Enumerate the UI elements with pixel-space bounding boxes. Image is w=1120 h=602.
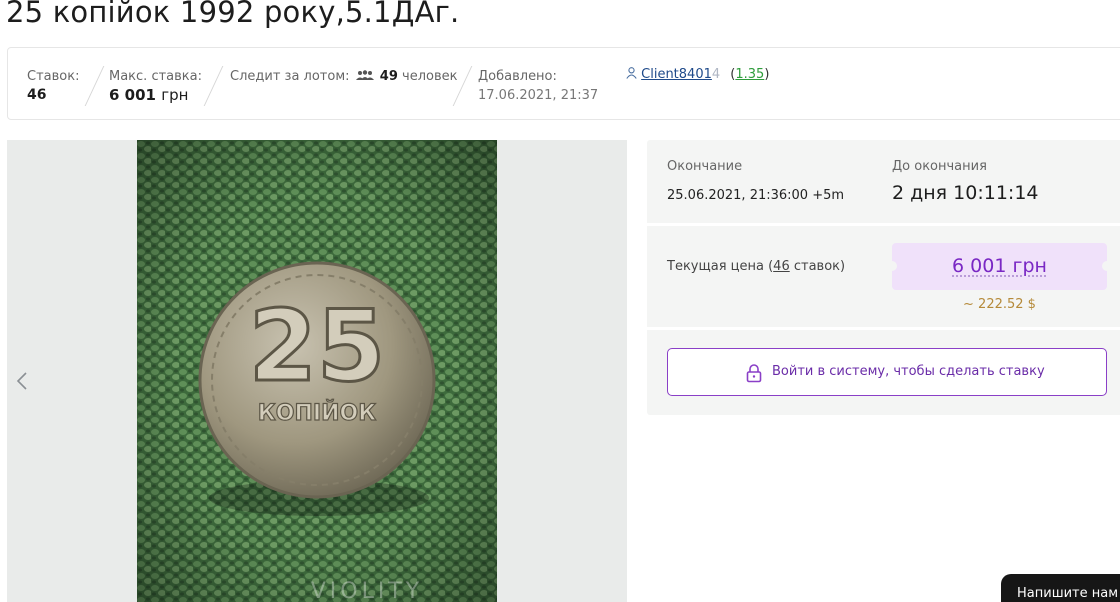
- coin-value: 25: [249, 290, 385, 404]
- coin-image: 25 КОПІЙОК VIOLITY: [137, 140, 497, 602]
- lot-title: 25 копійок 1992 року,5.1ДАг.: [6, 0, 460, 29]
- max-bid-label: Макс. ставка:: [109, 69, 202, 84]
- chat-widget-button[interactable]: Напишите нам: [1001, 574, 1120, 602]
- lot-photo[interactable]: 25 КОПІЙОК VIOLITY: [137, 140, 497, 602]
- end-value: 25.06.2021, 21:36:00 +5m: [667, 188, 845, 203]
- current-price-suffix: ставок): [789, 259, 846, 274]
- max-bid-value: 6 001: [109, 86, 156, 104]
- followers: Следит за лотом: 49 человек: [230, 67, 457, 86]
- added-value: 17.06.2021, 21:37: [478, 88, 599, 103]
- bids-count: Ставок: 46: [27, 67, 79, 105]
- current-price-label-text: Текущая цена (: [667, 259, 774, 274]
- seller: Client84014 (1.35): [626, 67, 769, 82]
- current-price-label: Текущая цена (46 ставок): [667, 259, 845, 274]
- max-bid-currency: грн: [161, 86, 189, 104]
- remaining-label: До окончания: [892, 159, 987, 174]
- coin-word: КОПІЙОК: [258, 400, 376, 426]
- followers-unit: человек: [402, 69, 458, 84]
- chevron-left-icon[interactable]: [15, 371, 29, 391]
- remaining-value: 2 дня 10:11:14: [892, 182, 1039, 204]
- seller-link[interactable]: Client8401: [641, 67, 712, 82]
- current-price: 6 001 грн: [952, 255, 1047, 277]
- followers-label: Следит за лотом:: [230, 69, 350, 84]
- max-bid: Макс. ставка: 6 001 грн: [109, 67, 202, 105]
- seller-rating: (1.35): [730, 67, 769, 82]
- login-to-bid-button[interactable]: Войти в систему, чтобы сделать ставку: [667, 348, 1107, 396]
- bids-value: 46: [27, 87, 47, 103]
- divider: [84, 66, 105, 106]
- auction-panel: Окончание 25.06.2021, 21:36:00 +5m До ок…: [647, 140, 1120, 415]
- end-label: Окончание: [667, 159, 743, 174]
- image-gallery: 25 КОПІЙОК VIOLITY: [7, 140, 627, 602]
- bids-label: Ставок:: [27, 69, 80, 84]
- people-icon: [355, 70, 374, 80]
- login-button-label: Войти в систему, чтобы сделать ставку: [772, 364, 1045, 379]
- lot-info-bar: Ставок: 46 Макс. ставка: 6 001 грн Следи…: [7, 47, 1120, 120]
- added-label: Добавлено:: [478, 69, 557, 84]
- added-date: Добавлено: 17.06.2021, 21:37: [478, 67, 598, 105]
- seller-name-faded: 4: [711, 67, 721, 82]
- watermark-text: VIOLITY: [311, 579, 423, 602]
- lock-icon: [746, 364, 762, 383]
- followers-count: 49: [379, 69, 398, 84]
- seller-name[interactable]: Client8401: [641, 67, 712, 82]
- bids-link[interactable]: 46: [773, 259, 790, 274]
- price-usd: ~ 222.52 $: [963, 297, 1036, 312]
- price-box: 6 001 грн: [887, 243, 1112, 290]
- rating-close: ): [764, 67, 770, 82]
- divider: [203, 66, 224, 106]
- panel-divider: [647, 327, 1120, 330]
- watermark: VIOLITY: [311, 579, 423, 602]
- panel-divider: [647, 223, 1120, 226]
- user-icon: [626, 67, 637, 79]
- seller-rating-link[interactable]: 1.35: [735, 67, 764, 82]
